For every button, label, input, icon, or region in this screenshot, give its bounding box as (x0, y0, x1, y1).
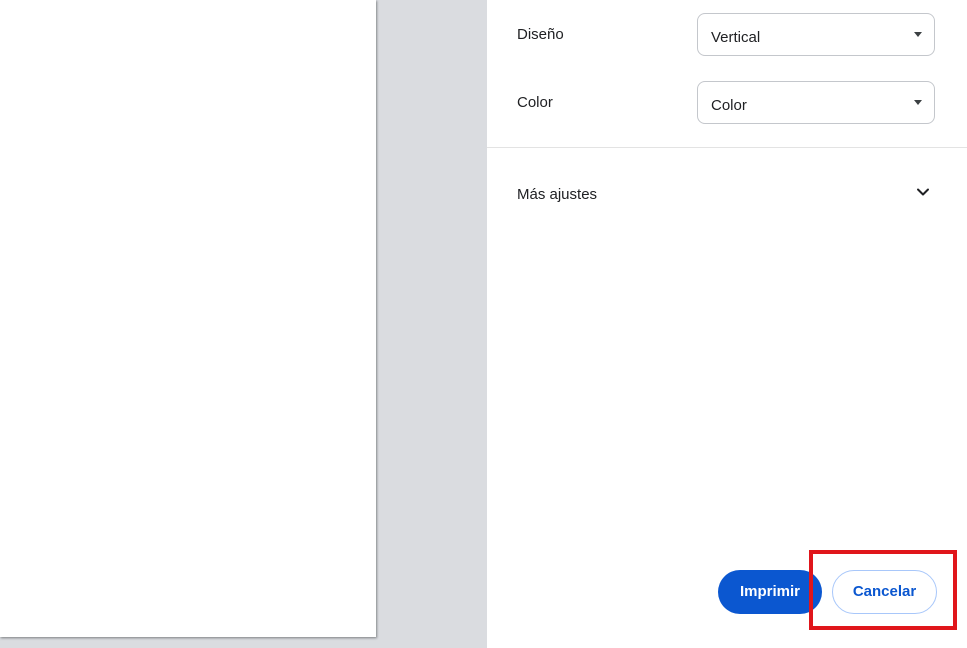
layout-label: Diseño (517, 26, 564, 43)
color-select[interactable]: Color (697, 81, 935, 124)
color-label: Color (517, 94, 553, 111)
chevron-down-icon (917, 188, 929, 196)
more-settings-label: Más ajustes (517, 186, 598, 203)
print-dialog: Diseño Vertical Color Color Más ajustes … (0, 0, 967, 648)
preview-page (0, 0, 376, 637)
cancel-button[interactable]: Cancelar (832, 570, 937, 614)
print-settings-panel: Diseño Vertical Color Color Más ajustes … (487, 0, 967, 648)
color-select-value: Color (711, 97, 747, 114)
print-preview-area (0, 0, 487, 648)
more-settings-toggle[interactable]: Más ajustes (517, 172, 937, 216)
layout-setting-row: Diseño Vertical (517, 13, 937, 59)
color-setting-row: Color Color (517, 81, 937, 127)
print-button[interactable]: Imprimir (718, 570, 822, 614)
layout-select[interactable]: Vertical (697, 13, 935, 56)
caret-down-icon (914, 100, 922, 105)
layout-select-value: Vertical (711, 29, 761, 46)
section-divider (487, 147, 967, 148)
caret-down-icon (914, 32, 922, 37)
